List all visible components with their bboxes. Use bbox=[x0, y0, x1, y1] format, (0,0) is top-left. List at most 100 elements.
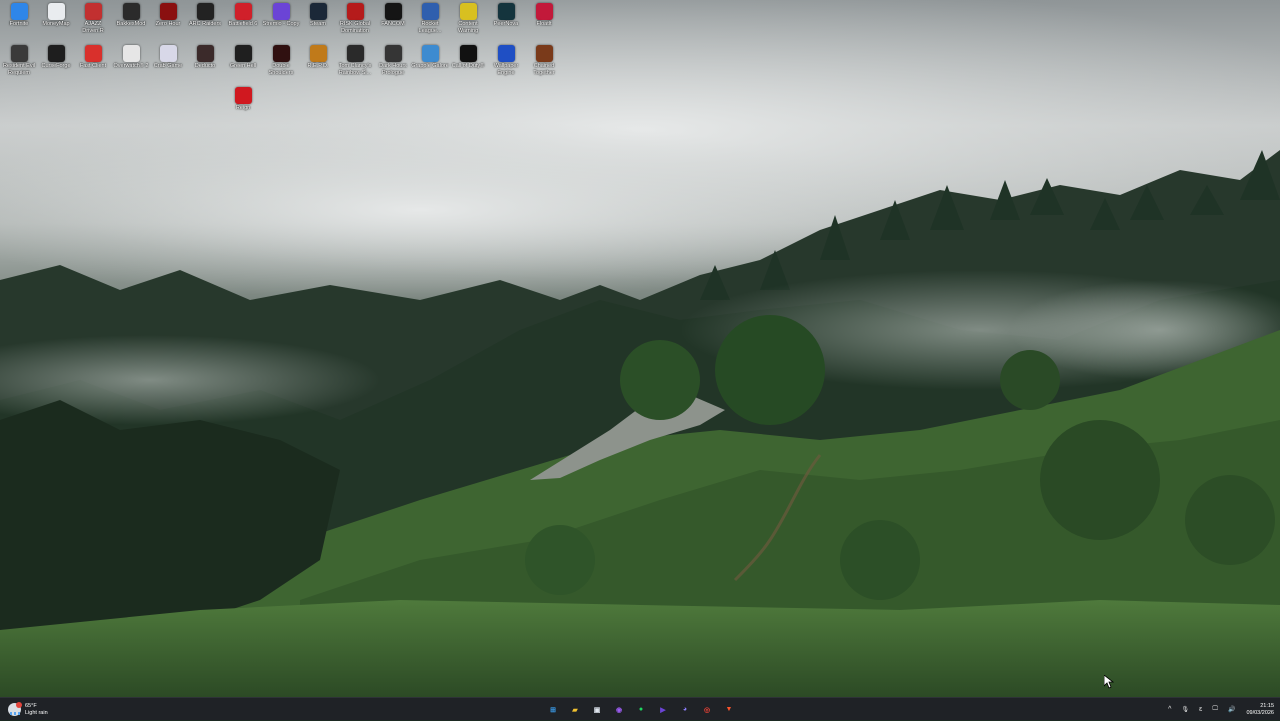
bakkesmod-icon bbox=[122, 3, 140, 20]
desktop-icon-grid: Fortnite MoneyMap AJAZZ Driven.R BakkesMod Z… bbox=[0, 0, 1280, 697]
desktop-shortcut-bakkesmod[interactable]: BakkesMod bbox=[112, 0, 150, 28]
content-warning-icon bbox=[459, 3, 477, 20]
volume-icon[interactable]: 🔊 bbox=[1228, 706, 1235, 713]
discord-icon: ◕ bbox=[682, 706, 688, 713]
mouse-cursor-icon bbox=[1104, 675, 1114, 689]
desktop-shortcut-label: Steam bbox=[310, 21, 326, 27]
desktop-shortcut-zero-hour[interactable]: Zero Hour bbox=[149, 0, 187, 28]
floatlt-icon bbox=[535, 3, 553, 20]
taskbar-discord-button[interactable]: ◕ bbox=[675, 700, 695, 719]
desktop-shortcut-peernova[interactable]: PeerNova bbox=[487, 0, 525, 28]
stremio-icon bbox=[272, 3, 290, 20]
desktop-shortcut-label: Overwatch® 2 bbox=[113, 63, 149, 69]
desktop-shortcut-dark-hours[interactable]: Dark Hours Prologue bbox=[374, 42, 412, 76]
system-tray: ^ 🎙 ε 🖵 🔊 21:15 09/03/2026 bbox=[1163, 698, 1280, 721]
desktop-shortcut-label: Reign bbox=[235, 105, 251, 111]
desktop-shortcut-label: Content Warning bbox=[457, 21, 479, 34]
taskbar-pinned-apps: ⊞ ▰ ▣ ◉ ● ▶ ◕ ◎ ▼ bbox=[543, 700, 739, 719]
desktop-shortcut-arc-raiders[interactable]: ARC Raiders bbox=[186, 0, 224, 28]
desktop-shortcut-green-hell[interactable]: Green Hell bbox=[224, 42, 262, 70]
crab-game-icon bbox=[159, 45, 177, 62]
desktop-shortcut-stremio[interactable]: Stremio - Copy bbox=[262, 0, 300, 28]
clock-time: 21:15 bbox=[1260, 702, 1274, 709]
desktop-shortcut-ajazz[interactable]: AJAZZ Driven.R bbox=[74, 0, 112, 34]
desktop-shortcut-label: Green Hell bbox=[229, 63, 257, 69]
grapple-galore-icon bbox=[421, 45, 439, 62]
weather-widget[interactable]: 65°F Light rain bbox=[8, 701, 48, 718]
rainbow-six-icon bbox=[346, 45, 364, 62]
clock[interactable]: 21:15 09/03/2026 bbox=[1246, 703, 1274, 717]
fast-client-icon bbox=[84, 45, 102, 62]
desktop-shortcut-label: Deducto bbox=[194, 63, 216, 69]
arc-raiders-icon bbox=[196, 3, 214, 20]
desktop-shortcut-label: Crab Game bbox=[153, 63, 183, 69]
desktop-shortcut-floatlt[interactable]: Floatlt bbox=[525, 0, 563, 28]
ajazz-icon bbox=[84, 3, 102, 20]
taskbar-microsoft-store-button[interactable]: ▣ bbox=[587, 700, 607, 719]
desktop-shortcut-label: Grapple Galore bbox=[411, 63, 449, 69]
curseforge-icon bbox=[47, 45, 65, 62]
desktop-shortcut-content-warning[interactable]: Content Warning bbox=[449, 0, 487, 34]
taskbar-brave-button[interactable]: ▼ bbox=[719, 700, 739, 719]
start-button-icon: ⊞ bbox=[550, 706, 556, 714]
desktop-shortcut-fortnite[interactable]: Fortnite bbox=[0, 0, 38, 28]
desktop-shortcut-label: Double Shoulders bbox=[268, 63, 294, 76]
input-language-indicator[interactable]: ε bbox=[1199, 706, 1202, 713]
desktop-shortcut-label: ARC Raiders bbox=[188, 21, 222, 27]
desktop-shortcut-rocket-league[interactable]: Rocket League... bbox=[411, 0, 449, 34]
network-icon[interactable]: 🖵 bbox=[1212, 706, 1218, 713]
repo-icon bbox=[309, 45, 327, 62]
desktop-shortcut-reign[interactable]: Reign bbox=[224, 84, 262, 112]
weather-alert-badge bbox=[16, 702, 22, 708]
desktop-shortcut-rainbow-six[interactable]: Tom Clancy's Rainbow Si... bbox=[336, 42, 374, 76]
desktop-shortcut-chained-together[interactable]: Chained Together bbox=[525, 42, 563, 76]
moneymap-icon bbox=[47, 3, 65, 20]
taskbar-messenger-button[interactable]: ◉ bbox=[609, 700, 629, 719]
desktop-shortcut-moneymap[interactable]: MoneyMap bbox=[37, 0, 75, 28]
desktop-shortcut-risk[interactable]: RISK Global Domination bbox=[336, 0, 374, 34]
green-hell-icon bbox=[234, 45, 252, 62]
desktop-shortcut-double-shoulders[interactable]: Double Shoulders bbox=[262, 42, 300, 76]
desktop-shortcut-label: Zero Hour bbox=[155, 21, 181, 27]
desktop-shortcut-crab-game[interactable]: Crab Game bbox=[149, 42, 187, 70]
taskbar-stremio-button[interactable]: ▶ bbox=[653, 700, 673, 719]
taskbar-file-explorer-button[interactable]: ▰ bbox=[565, 700, 585, 719]
double-shoulders-icon bbox=[272, 45, 290, 62]
fortnite-icon bbox=[10, 3, 28, 20]
rain-cloud-icon bbox=[8, 702, 22, 716]
desktop-shortcut-label: RISK Global Domination bbox=[339, 21, 371, 34]
desktop-shortcut-battlefield[interactable]: Battlefield 6 bbox=[224, 0, 262, 28]
desktop-shortcut-label: Battlefield 6 bbox=[228, 21, 258, 27]
desktop-shortcut-fast-client[interactable]: Fast Client bbox=[74, 42, 112, 70]
desktop-shortcut-repo[interactable]: R.E.P.O. bbox=[299, 42, 337, 70]
desktop-shortcut-label: Wallpaper Engine bbox=[493, 63, 519, 76]
taskbar-spotify-button[interactable]: ● bbox=[631, 700, 651, 719]
desktop-shortcut-wallpaper-engine[interactable]: Wallpaper Engine bbox=[487, 42, 525, 76]
desktop-shortcut-steam[interactable]: Steam bbox=[299, 0, 337, 28]
taskbar-chrome-button[interactable]: ◎ bbox=[697, 700, 717, 719]
desktop-shortcut-curseforge[interactable]: CurseForge bbox=[37, 42, 75, 70]
desktop-shortcut-deducto[interactable]: Deducto bbox=[186, 42, 224, 70]
desktop-shortcut-label: Tom Clancy's Rainbow Si... bbox=[338, 63, 372, 76]
desktop-shortcut-label: CurseForge bbox=[41, 63, 71, 69]
desktop-shortcut-call-of-duty[interactable]: Call of Duty® bbox=[449, 42, 487, 70]
desktop-shortcut-fancom[interactable]: FANCOM bbox=[374, 0, 412, 28]
desktop-shortcut-label: Floatlt bbox=[536, 21, 552, 27]
risk-icon bbox=[346, 3, 364, 20]
taskbar-start-button-button[interactable]: ⊞ bbox=[543, 700, 563, 719]
call-of-duty-icon bbox=[459, 45, 477, 62]
desktop-shortcut-overwatch[interactable]: Overwatch® 2 bbox=[112, 42, 150, 70]
resident-evil-icon bbox=[10, 45, 28, 62]
show-hidden-icons-chevron-icon[interactable]: ^ bbox=[1168, 706, 1171, 713]
desktop-shortcut-resident-evil[interactable]: Resident Evil Requiem bbox=[0, 42, 38, 76]
desktop-shortcut-label: Stremio - Copy bbox=[262, 21, 300, 27]
rocket-league-icon bbox=[421, 3, 439, 20]
zero-hour-icon bbox=[159, 3, 177, 20]
desktop-shortcut-label: Chained Together bbox=[533, 63, 555, 76]
weather-condition: Light rain bbox=[25, 709, 48, 716]
taskbar: 65°F Light rain ⊞ ▰ ▣ ◉ ● ▶ ◕ ◎ ▼ ^ 🎙 ε 🖵 🔊 21:1… bbox=[0, 697, 1280, 720]
dark-hours-icon bbox=[384, 45, 402, 62]
desktop-shortcut-grapple-galore[interactable]: Grapple Galore bbox=[411, 42, 449, 70]
brave-icon: ▼ bbox=[725, 706, 733, 713]
microphone-icon[interactable]: 🎙 bbox=[1181, 706, 1189, 713]
